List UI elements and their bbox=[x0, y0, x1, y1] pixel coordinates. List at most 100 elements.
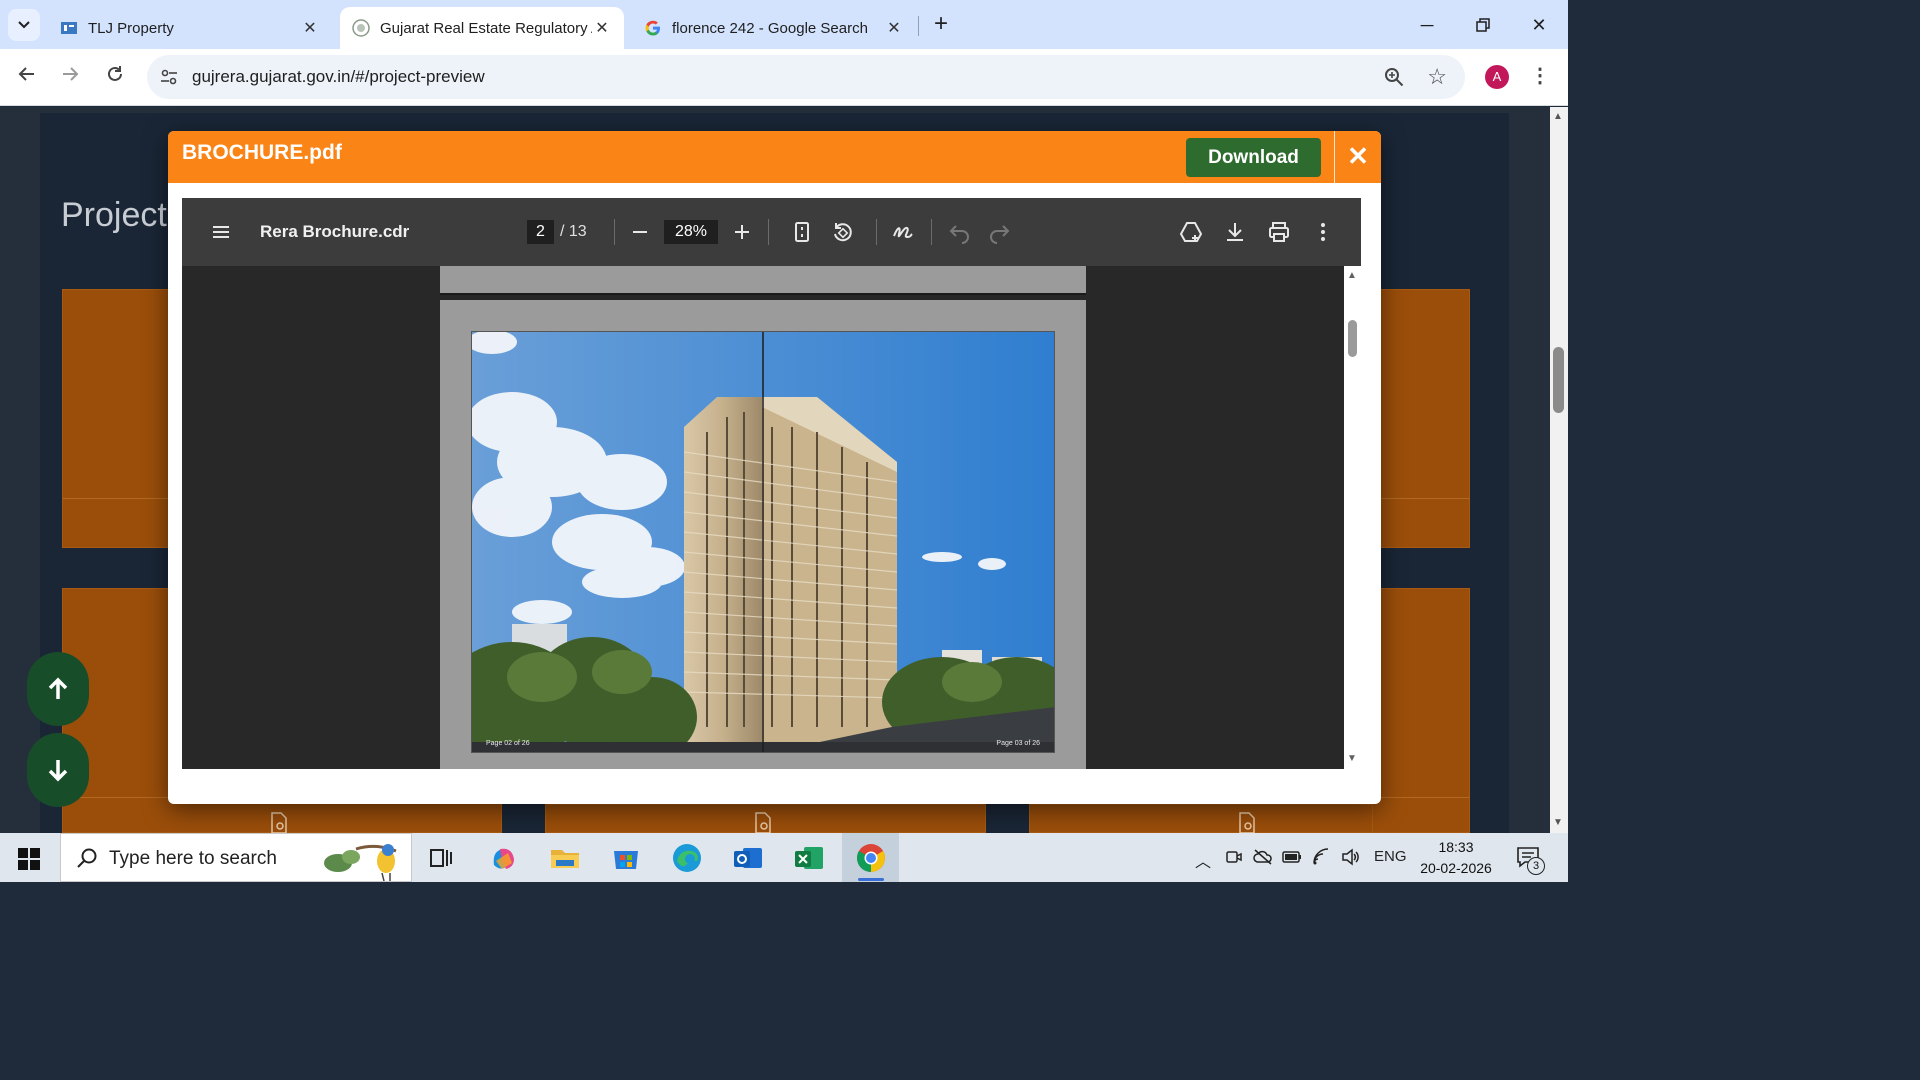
header-divider bbox=[1334, 131, 1335, 183]
page-scroll-thumb[interactable] bbox=[1553, 347, 1564, 413]
building-render-illustration bbox=[472, 332, 1054, 752]
zoom-icon[interactable] bbox=[1383, 66, 1405, 88]
reload-button[interactable] bbox=[100, 62, 130, 92]
arrow-down-icon bbox=[48, 760, 68, 782]
pdf-viewer: Rera Brochure.cdr 2 / 13 28% Page 02 of … bbox=[182, 198, 1361, 769]
tab-google-search[interactable]: florence 242 - Google Search ✕ bbox=[632, 7, 916, 49]
wifi-icon[interactable] bbox=[1312, 847, 1332, 867]
close-tab-icon[interactable]: ✕ bbox=[884, 18, 904, 38]
new-tab-button[interactable]: + bbox=[928, 12, 954, 38]
download-button[interactable]: Download bbox=[1186, 138, 1321, 177]
scroll-down-arrow[interactable]: ▼ bbox=[1553, 817, 1563, 828]
scroll-up-arrow[interactable]: ▲ bbox=[1553, 111, 1563, 122]
page-total: / 13 bbox=[560, 223, 587, 240]
scroll-down-button[interactable] bbox=[27, 733, 89, 807]
notification-count-badge: 3 bbox=[1527, 857, 1545, 875]
search-placeholder: Type here to search bbox=[109, 848, 277, 869]
arrow-up-icon bbox=[48, 677, 68, 699]
forward-button[interactable] bbox=[55, 62, 85, 92]
scroll-up-button[interactable] bbox=[27, 652, 89, 726]
close-window-button[interactable]: ✕ bbox=[1524, 10, 1554, 40]
onedrive-off-icon[interactable] bbox=[1253, 848, 1273, 866]
document-search-icon[interactable] bbox=[270, 812, 288, 834]
toolbar-divider bbox=[876, 219, 877, 245]
more-options-icon[interactable] bbox=[1311, 220, 1335, 244]
active-app-indicator bbox=[858, 878, 884, 881]
reload-icon bbox=[108, 66, 122, 81]
tab-gujrera[interactable]: Gujarat Real Estate Regulatory A ✕ bbox=[340, 7, 624, 49]
file-explorer-icon[interactable] bbox=[548, 841, 582, 875]
pdf-scroll-thumb[interactable] bbox=[1348, 320, 1357, 357]
bookmark-star-icon[interactable]: ☆ bbox=[1427, 64, 1447, 90]
search-icon bbox=[77, 848, 97, 868]
pdf-toolbar: Rera Brochure.cdr 2 / 13 28% bbox=[182, 198, 1361, 266]
chevron-down-icon bbox=[18, 21, 30, 29]
windows-start-icon[interactable] bbox=[18, 848, 40, 870]
redo-icon[interactable] bbox=[987, 220, 1011, 244]
input-language[interactable]: ENG bbox=[1374, 848, 1407, 865]
chrome-icon[interactable] bbox=[854, 841, 888, 875]
scroll-up-arrow[interactable]: ▲ bbox=[1347, 270, 1357, 281]
tab-tlj-property[interactable]: TLJ Property ✕ bbox=[48, 7, 332, 49]
microsoft-store-icon[interactable] bbox=[609, 841, 643, 875]
project-card bbox=[1372, 289, 1470, 548]
clock-time: 18:33 bbox=[1438, 839, 1474, 855]
volume-icon[interactable] bbox=[1340, 847, 1360, 867]
close-tab-icon[interactable]: ✕ bbox=[300, 18, 320, 38]
print-icon[interactable] bbox=[1267, 220, 1291, 244]
browser-toolbar: gujrera.gujarat.gov.in/#/project-preview… bbox=[0, 49, 1568, 106]
gujrera-favicon-icon bbox=[352, 19, 370, 37]
page-number-input[interactable]: 2 bbox=[527, 220, 554, 244]
arrow-right-icon bbox=[63, 67, 79, 81]
fit-page-icon[interactable] bbox=[790, 220, 814, 244]
tab-strip: TLJ Property ✕ Gujarat Real Estate Regul… bbox=[0, 0, 1568, 49]
show-hidden-icons-icon[interactable]: ︿ bbox=[1195, 848, 1211, 872]
address-bar[interactable]: gujrera.gujarat.gov.in/#/project-preview… bbox=[147, 55, 1465, 99]
page-right-label: Page 03 of 26 bbox=[996, 740, 1040, 747]
taskbar-search-box[interactable]: Type here to search bbox=[60, 833, 412, 882]
edge-browser-icon[interactable] bbox=[670, 841, 704, 875]
task-view-icon[interactable] bbox=[424, 841, 458, 875]
document-search-icon[interactable] bbox=[1238, 812, 1256, 834]
menu-icon[interactable] bbox=[209, 220, 233, 244]
site-settings-icon[interactable] bbox=[159, 67, 179, 87]
download-icon[interactable] bbox=[1223, 220, 1247, 244]
minimize-button[interactable]: ─ bbox=[1412, 10, 1442, 40]
save-to-drive-icon[interactable] bbox=[1179, 220, 1203, 244]
undo-icon[interactable] bbox=[948, 220, 972, 244]
tab-divider bbox=[918, 16, 919, 36]
profile-avatar[interactable]: A bbox=[1485, 65, 1509, 89]
browser-menu-icon[interactable]: ⋮ bbox=[1530, 63, 1550, 88]
google-favicon-icon bbox=[645, 20, 660, 36]
zoom-out-icon[interactable] bbox=[628, 220, 652, 244]
battery-icon[interactable] bbox=[1282, 849, 1302, 865]
system-clock[interactable]: 18:33 20-02-2026 bbox=[1420, 837, 1492, 879]
copilot-icon[interactable] bbox=[486, 841, 520, 875]
document-search-icon[interactable] bbox=[754, 812, 772, 834]
zoom-in-icon[interactable] bbox=[730, 220, 754, 244]
arrow-left-icon bbox=[18, 67, 34, 81]
pdf-scrollbar[interactable]: ▲ ▼ bbox=[1344, 266, 1361, 769]
excel-icon[interactable] bbox=[792, 841, 826, 875]
restore-button[interactable] bbox=[1468, 10, 1498, 40]
toolbar-divider bbox=[614, 219, 615, 245]
toolbar-divider bbox=[768, 219, 769, 245]
bird-binoculars-icon bbox=[324, 844, 397, 881]
modal-header: BROCHURE.pdf Download ✕ bbox=[168, 131, 1381, 183]
meet-now-icon[interactable] bbox=[1225, 848, 1243, 866]
page-scrollbar[interactable]: ▲ ▼ bbox=[1550, 107, 1568, 833]
page-left-label: Page 02 of 26 bbox=[486, 740, 530, 747]
zoom-level-input[interactable]: 28% bbox=[664, 220, 718, 244]
draw-icon[interactable] bbox=[891, 220, 915, 244]
modal-title: BROCHURE.pdf bbox=[182, 141, 342, 164]
tab-search-button[interactable] bbox=[8, 9, 40, 41]
back-button[interactable] bbox=[12, 62, 42, 92]
close-tab-icon[interactable]: ✕ bbox=[592, 18, 612, 38]
scroll-down-arrow[interactable]: ▼ bbox=[1347, 753, 1357, 764]
outlook-icon[interactable] bbox=[731, 841, 765, 875]
pdf-page-previous bbox=[440, 266, 1086, 295]
close-modal-button[interactable]: ✕ bbox=[1346, 141, 1370, 171]
page-title: Project bbox=[61, 196, 167, 234]
rotate-icon[interactable] bbox=[830, 220, 854, 244]
restore-icon bbox=[1476, 18, 1490, 32]
